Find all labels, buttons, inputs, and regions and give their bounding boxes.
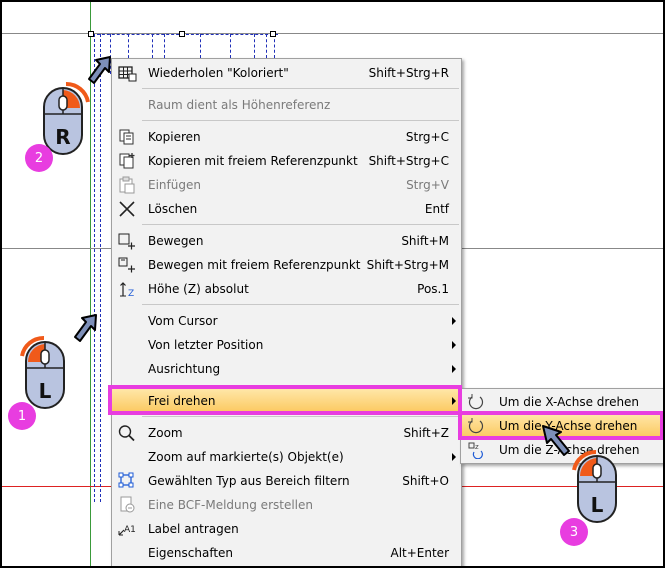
cad-canvas[interactable]: Wiederholen "Koloriert" Shift+Strg+R Rau…: [0, 0, 665, 568]
selection-dash-line: [100, 34, 101, 502]
menu-separator: [142, 88, 459, 89]
menu-item-label: Höhe (Z) absolut: [148, 282, 249, 296]
rotate-z-icon: z: [466, 441, 486, 459]
menu-item-label: Einfügen: [148, 178, 201, 192]
menu-item-label-apply[interactable]: A1 Label antragen: [112, 517, 461, 541]
move-icon: [117, 232, 137, 250]
selection-dash-line: [200, 34, 201, 58]
svg-text:Z: Z: [128, 289, 134, 298]
menu-item-shortcut: Shift+M: [401, 234, 449, 248]
menu-item-from-last-position[interactable]: Von letzter Position: [112, 333, 461, 357]
svg-text:z: z: [475, 443, 479, 451]
selection-handle[interactable]: [270, 31, 276, 37]
menu-item-shortcut: Pos.1: [417, 282, 449, 296]
submenu-arrow-icon: [452, 317, 456, 325]
selection-handle[interactable]: [88, 31, 94, 37]
selection-dash-line: [254, 34, 255, 58]
selection-dash-line: [152, 34, 153, 58]
submenu-item-label: Um die X-Achse drehen: [499, 395, 640, 409]
menu-item-shortcut: Shift+Strg+M: [366, 258, 449, 272]
menu-item-label: Bewegen: [148, 234, 204, 248]
paste-icon: [117, 176, 137, 194]
selection-dash-line: [164, 34, 165, 58]
submenu-arrow-icon: [452, 341, 456, 349]
selection-dash-line: [266, 34, 267, 58]
selection-handle[interactable]: [179, 31, 185, 37]
menu-item-alignment[interactable]: Ausrichtung: [112, 357, 461, 381]
menu-item-shortcut: Strg+V: [406, 178, 449, 192]
zoom-magnifier-icon: [117, 424, 137, 442]
step-badge: 1: [8, 402, 36, 430]
menu-item-label: Zoom: [148, 426, 183, 440]
menu-item-move[interactable]: Bewegen Shift+M: [112, 229, 461, 253]
menu-separator: [142, 120, 459, 121]
step-badge: 3: [560, 518, 588, 546]
menu-item-label: Kopieren mit freiem Referenzpunkt: [148, 154, 358, 168]
menu-item-label: Gewählten Typ aus Bereich filtern: [148, 474, 350, 488]
rotate-x-icon: [466, 393, 486, 411]
menu-item-label: Vom Cursor: [148, 314, 218, 328]
label-a1-icon: A1: [117, 520, 137, 538]
move-reference-icon: [117, 256, 137, 274]
menu-item-shortcut: Shift+O: [402, 474, 449, 488]
menu-item-zoom-selected[interactable]: Zoom auf markierte(s) Objekt(e): [112, 445, 461, 469]
menu-item-label: Wiederholen "Koloriert": [148, 66, 289, 80]
menu-item-shortcut: Shift+Strg+C: [368, 154, 449, 168]
menu-item-zoom[interactable]: Zoom Shift+Z: [112, 421, 461, 445]
menu-item-bcf: Eine BCF-Meldung erstellen: [112, 493, 461, 517]
menu-item-height-absolute[interactable]: Z Höhe (Z) absolut Pos.1: [112, 277, 461, 301]
mouse-letter: L: [591, 493, 604, 517]
selection-dash-line: [230, 34, 231, 58]
height-z-icon: Z: [117, 280, 137, 298]
delete-x-icon: [117, 200, 137, 218]
copy-icon: [117, 128, 137, 146]
menu-item-label: Zoom auf markierte(s) Objekt(e): [148, 450, 344, 464]
repeat-grid-icon: [117, 64, 137, 82]
submenu-arrow-icon: [452, 453, 456, 461]
svg-text:A1: A1: [124, 525, 136, 535]
menu-item-delete[interactable]: Löschen Entf: [112, 197, 461, 221]
menu-item-shortcut: Shift+Strg+R: [368, 66, 449, 80]
menu-item-move-reference[interactable]: Bewegen mit freiem Referenzpunkt Shift+S…: [112, 253, 461, 277]
menu-item-label: Eine BCF-Meldung erstellen: [148, 498, 313, 512]
selection-dash-line: [92, 34, 278, 35]
menu-separator: [142, 224, 459, 225]
menu-item-shortcut: Shift+Z: [403, 426, 449, 440]
submenu-arrow-icon: [452, 365, 456, 373]
menu-item-properties[interactable]: Eigenschaften Alt+Enter: [112, 541, 461, 565]
copy-reference-icon: [117, 152, 137, 170]
filter-type-icon: [117, 472, 137, 490]
mouse-letter: R: [55, 125, 70, 149]
menu-item-copy-reference[interactable]: Kopieren mit freiem Referenzpunkt Shift+…: [112, 149, 461, 173]
menu-item-shortcut: Entf: [424, 202, 449, 216]
mouse-letter: L: [39, 379, 52, 403]
menu-separator: [142, 416, 459, 417]
menu-item-label: Von letzter Position: [148, 338, 264, 352]
menu-item-repeat[interactable]: Wiederholen "Koloriert" Shift+Strg+R: [112, 61, 461, 85]
menu-item-shortcut: Strg+C: [405, 130, 449, 144]
menu-item-label: Löschen: [148, 202, 198, 216]
mouse-left-click-icon: L: [20, 335, 65, 409]
menu-item-paste: Einfügen Strg+V: [112, 173, 461, 197]
menu-item-shortcut: Alt+Enter: [390, 546, 449, 560]
menu-item-label: Kopieren: [148, 130, 201, 144]
menu-item-from-cursor[interactable]: Vom Cursor: [112, 309, 461, 333]
menu-item-label: Ausrichtung: [148, 362, 221, 376]
menu-item-label: Label antragen: [148, 522, 239, 536]
menu-item-filter-type[interactable]: Gewählten Typ aus Bereich filtern Shift+…: [112, 469, 461, 493]
context-menu: Wiederholen "Koloriert" Shift+Strg+R Rau…: [111, 58, 462, 566]
cursor-arrow-icon: [74, 314, 97, 342]
selection-dash-line: [94, 34, 95, 502]
menu-item-label: Bewegen mit freiem Referenzpunkt: [148, 258, 361, 272]
menu-item-label: Eigenschaften: [148, 546, 234, 560]
selection-dash-line: [274, 34, 275, 58]
mouse-left-click-icon: L: [572, 449, 617, 523]
callout-free-rotate: [108, 385, 462, 415]
menu-item-label: Raum dient als Höhenreferenz: [148, 98, 331, 112]
menu-separator: [142, 304, 459, 305]
bcf-icon: [117, 496, 137, 514]
menu-item-height-reference: Raum dient als Höhenreferenz: [112, 93, 461, 117]
menu-item-copy[interactable]: Kopieren Strg+C: [112, 125, 461, 149]
step-badge: 2: [25, 144, 53, 172]
